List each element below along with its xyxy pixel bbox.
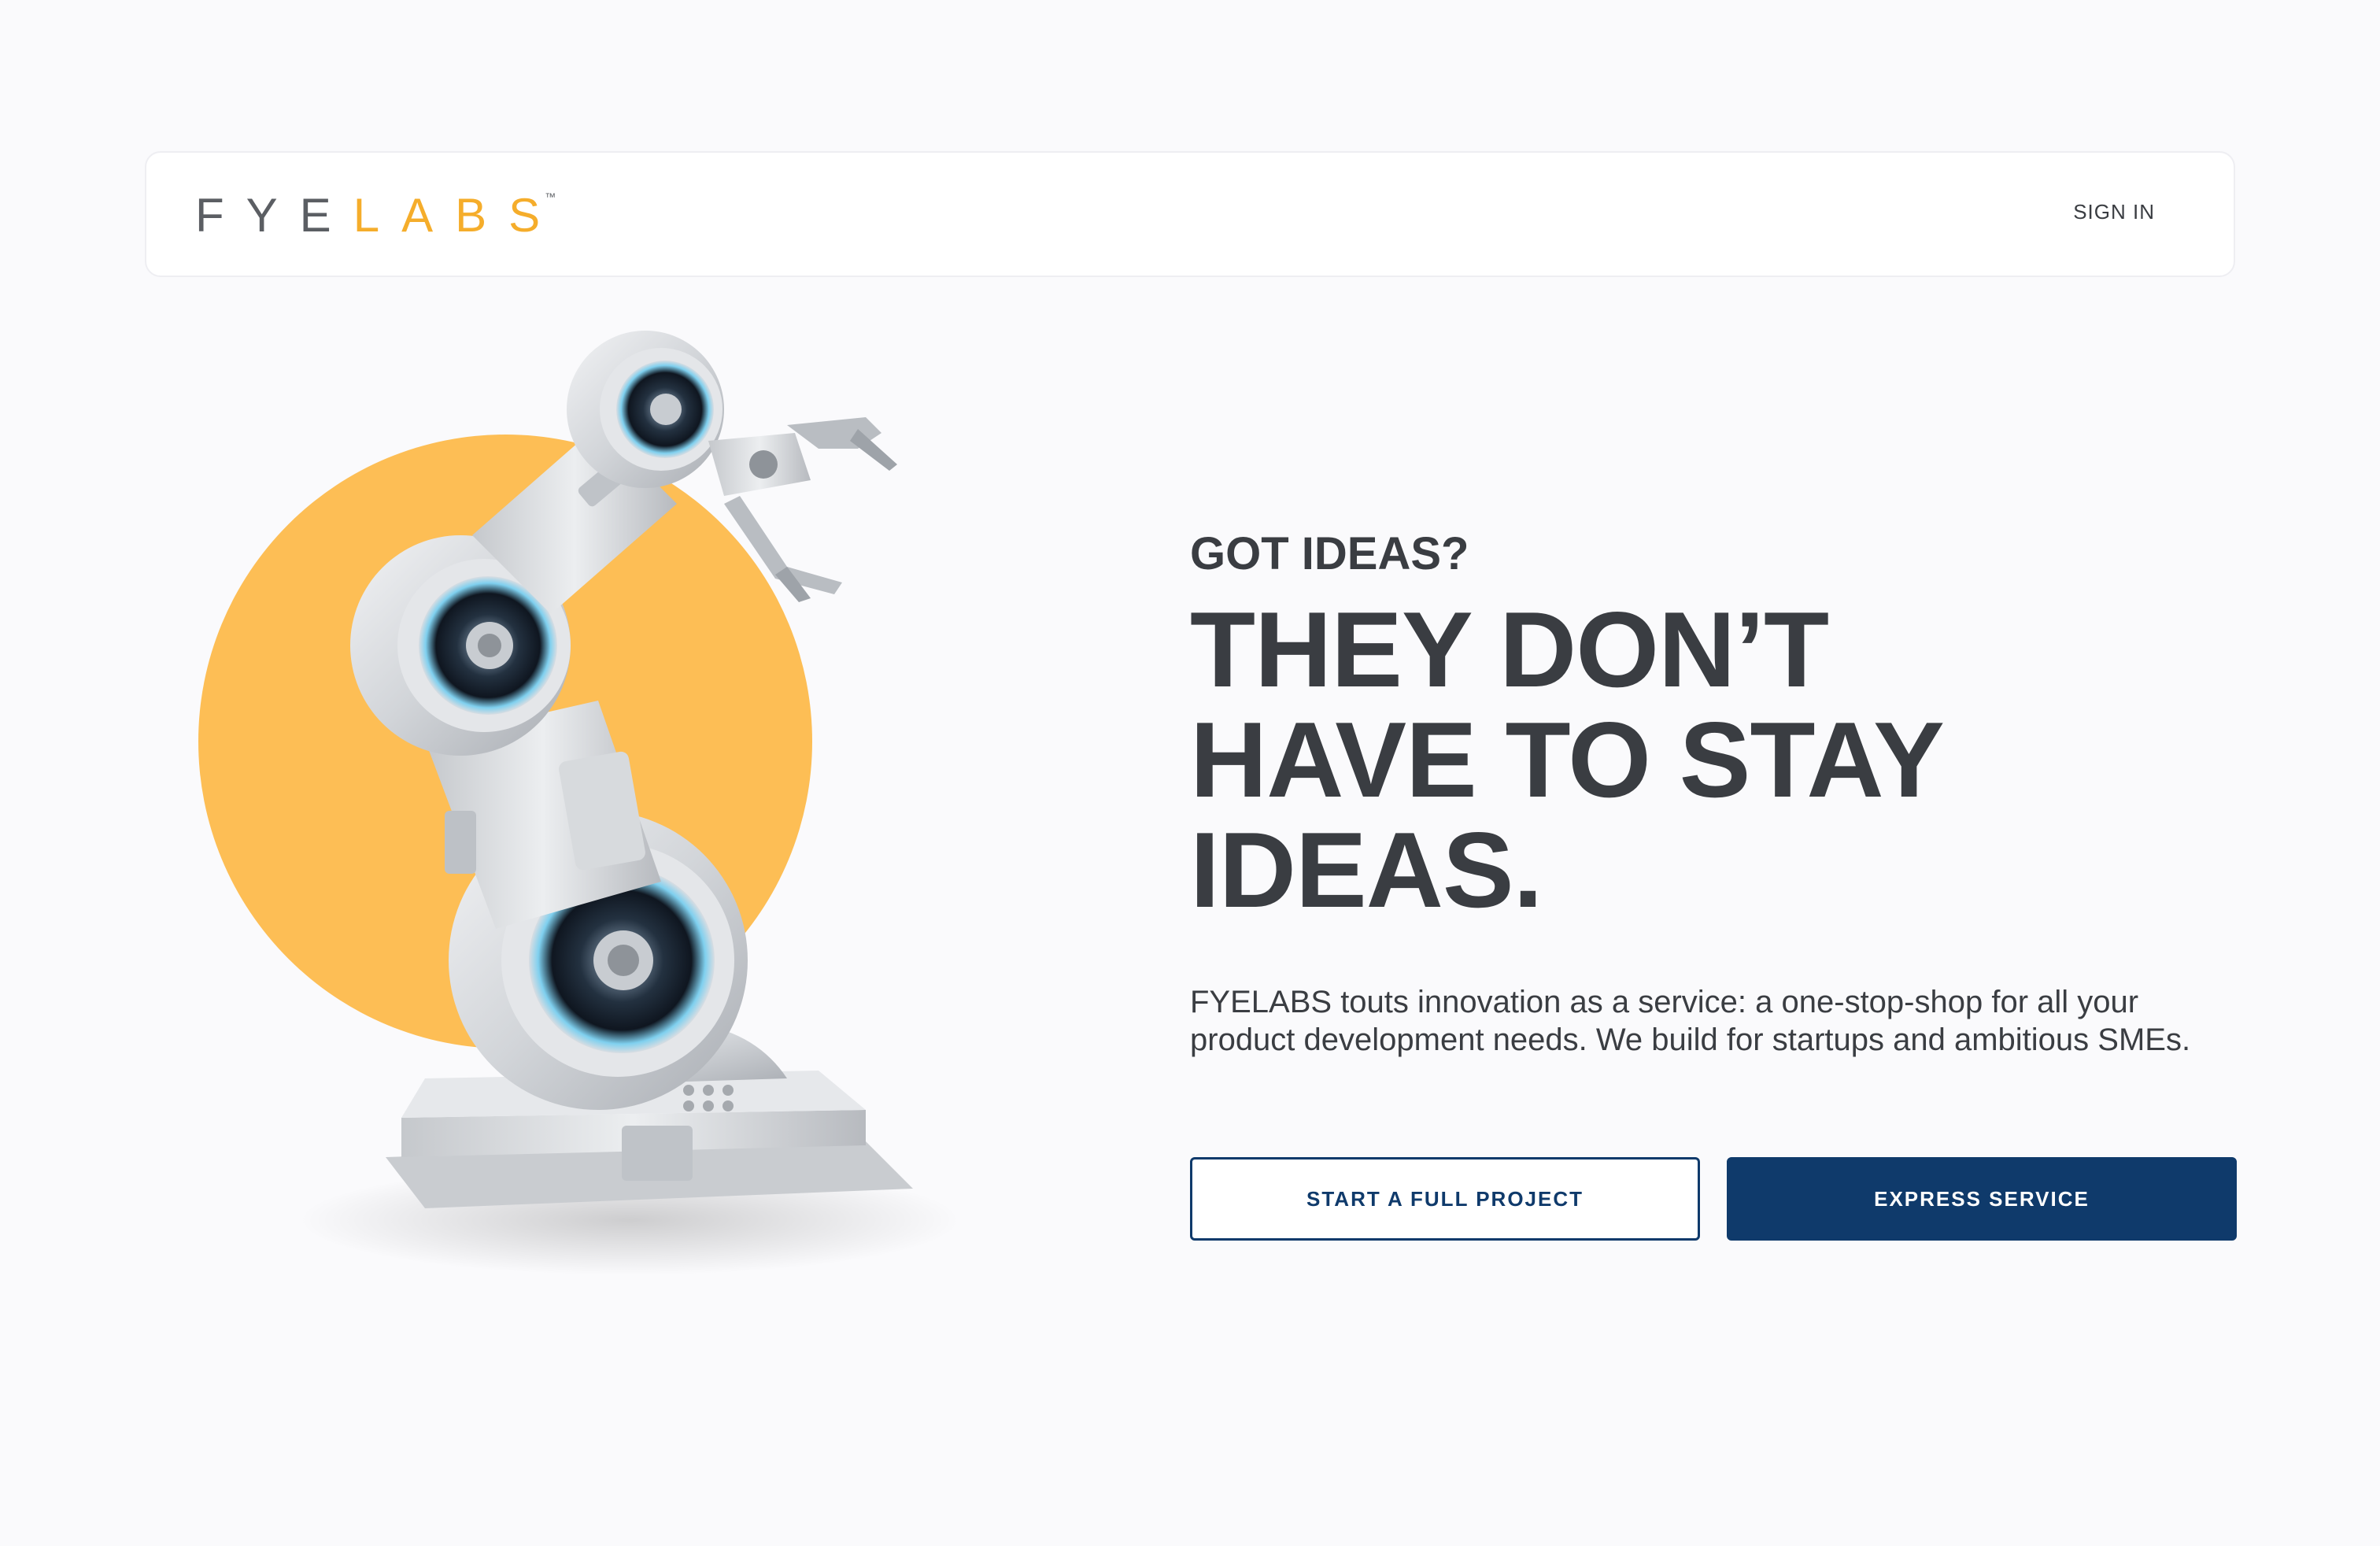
- logo-text-labs: LABS: [353, 189, 563, 242]
- hero-copy: GOT IDEAS? THEY DON’T HAVE TO STAY IDEAS…: [1190, 527, 2237, 1059]
- sign-in-link[interactable]: SIGN IN: [2073, 200, 2155, 224]
- hero-cta-row: START A FULL PROJECT EXPRESS SERVICE: [1190, 1157, 2237, 1241]
- headline-line-3: IDEAS.: [1190, 810, 1543, 930]
- express-service-button[interactable]: EXPRESS SERVICE: [1727, 1157, 2237, 1241]
- logo-trademark: ™: [545, 190, 556, 203]
- fyelabs-logo[interactable]: FYE LABS ™: [195, 189, 556, 242]
- hero-description: FYELABS touts innovation as a service: a…: [1190, 985, 2191, 1057]
- headline-line-1: THEY DON’T: [1190, 590, 1829, 709]
- top-navbar: FYE LABS ™ SIGN IN: [145, 151, 2235, 277]
- start-full-project-button[interactable]: START A FULL PROJECT: [1190, 1157, 1700, 1241]
- logo-text-fye: FYE: [195, 189, 353, 242]
- robot-arm-illustration: [189, 331, 1007, 1291]
- hero-headline: THEY DON’T HAVE TO STAY IDEAS.: [1190, 594, 2237, 925]
- logo-wordmark: FYE LABS ™: [195, 189, 556, 242]
- headline-line-2: HAVE TO STAY: [1190, 700, 1945, 819]
- hero-eyebrow: GOT IDEAS?: [1190, 528, 1469, 579]
